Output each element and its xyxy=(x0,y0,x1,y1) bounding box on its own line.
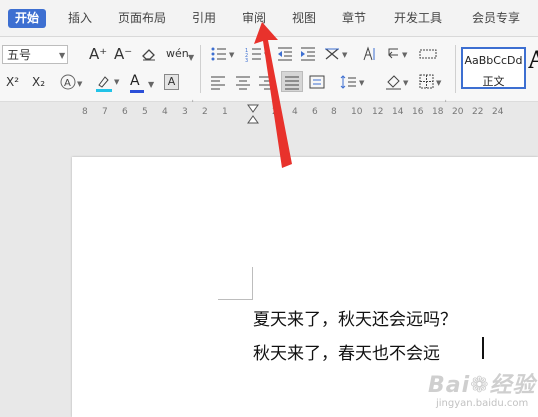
watermark-url: jingyan.baidu.com xyxy=(436,398,529,409)
watermark: Bai❁经验 jingyan.baidu.com xyxy=(420,363,538,417)
watermark-logo-text: Bai❁经验 xyxy=(428,373,536,398)
red-arrow-annotation xyxy=(254,22,292,168)
